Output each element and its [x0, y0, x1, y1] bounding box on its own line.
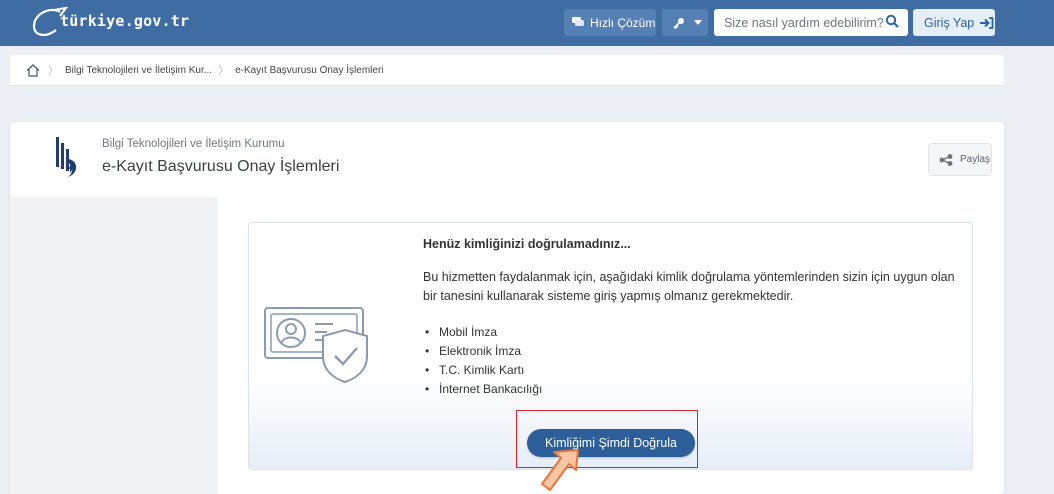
auth-notice-box: Henüz kimliğinizi doğrulamadınız... Bu h… [248, 222, 973, 470]
breadcrumb-item-current: e-Kayıt Başvurusu Onay İşlemleri [235, 64, 384, 76]
login-arrow-icon [980, 16, 994, 29]
list-item: İnternet Bankacılığı [423, 380, 542, 399]
breadcrumb-separator: 〉 [218, 65, 230, 77]
breadcrumb: 〉 Bilgi Teknolojileri ve İletişim Kur...… [10, 55, 1004, 86]
search-input[interactable]: Size nasıl yardım edebilirim? [714, 9, 908, 36]
list-item: Mobil İmza [423, 323, 542, 342]
list-item: T.C. Kimlik Kartı [423, 361, 542, 380]
share-icon [939, 153, 953, 166]
logo-text: türkiye.gov.tr [60, 12, 190, 30]
chat-icon [572, 17, 584, 26]
chevron-down-icon [694, 19, 702, 25]
top-header: türkiye.gov.tr Hızlı Çözüm Size nasıl ya… [0, 0, 1054, 46]
share-label: Paylaş [960, 154, 991, 165]
auth-description: Bu hizmetten faydalanmak için, aşağıdaki… [423, 270, 955, 303]
quick-solution-label: Hızlı Çözüm [590, 15, 656, 30]
list-item: Elektronik İmza [423, 342, 542, 361]
service-card: Bilgi Teknolojileri ve İletişim Kurumu e… [10, 122, 1004, 494]
site-logo[interactable]: türkiye.gov.tr [30, 6, 189, 40]
logo-swoosh-icon [32, 6, 68, 36]
key-menu-button[interactable] [662, 9, 708, 36]
institution-name[interactable]: Bilgi Teknolojileri ve İletişim Kurumu [102, 138, 285, 150]
login-label: Giriş Yap [924, 15, 975, 30]
left-column [10, 197, 218, 494]
breadcrumb-item-institution[interactable]: Bilgi Teknolojileri ve İletişim Kur... [65, 65, 212, 76]
search-icon[interactable] [885, 14, 900, 29]
home-icon[interactable] [24, 63, 42, 77]
auth-heading: Henüz kimliğinizi doğrulamadınız... [423, 237, 631, 251]
institution-logo-icon [56, 137, 77, 177]
key-icon [673, 17, 684, 29]
pointer-arrow-icon [541, 449, 579, 491]
id-card-shield-icon [264, 307, 368, 384]
auth-method-list: Mobil İmza Elektronik İmza T.C. Kimlik K… [423, 323, 542, 399]
service-title: e-Kayıt Başvurusu Onay İşlemleri [102, 158, 340, 175]
share-button[interactable]: Paylaş [928, 143, 992, 176]
quick-solution-button[interactable]: Hızlı Çözüm [564, 9, 656, 36]
breadcrumb-separator: 〉 [48, 65, 59, 77]
login-button[interactable]: Giriş Yap [913, 9, 995, 36]
search-placeholder: Size nasıl yardım edebilirim? [724, 15, 884, 30]
